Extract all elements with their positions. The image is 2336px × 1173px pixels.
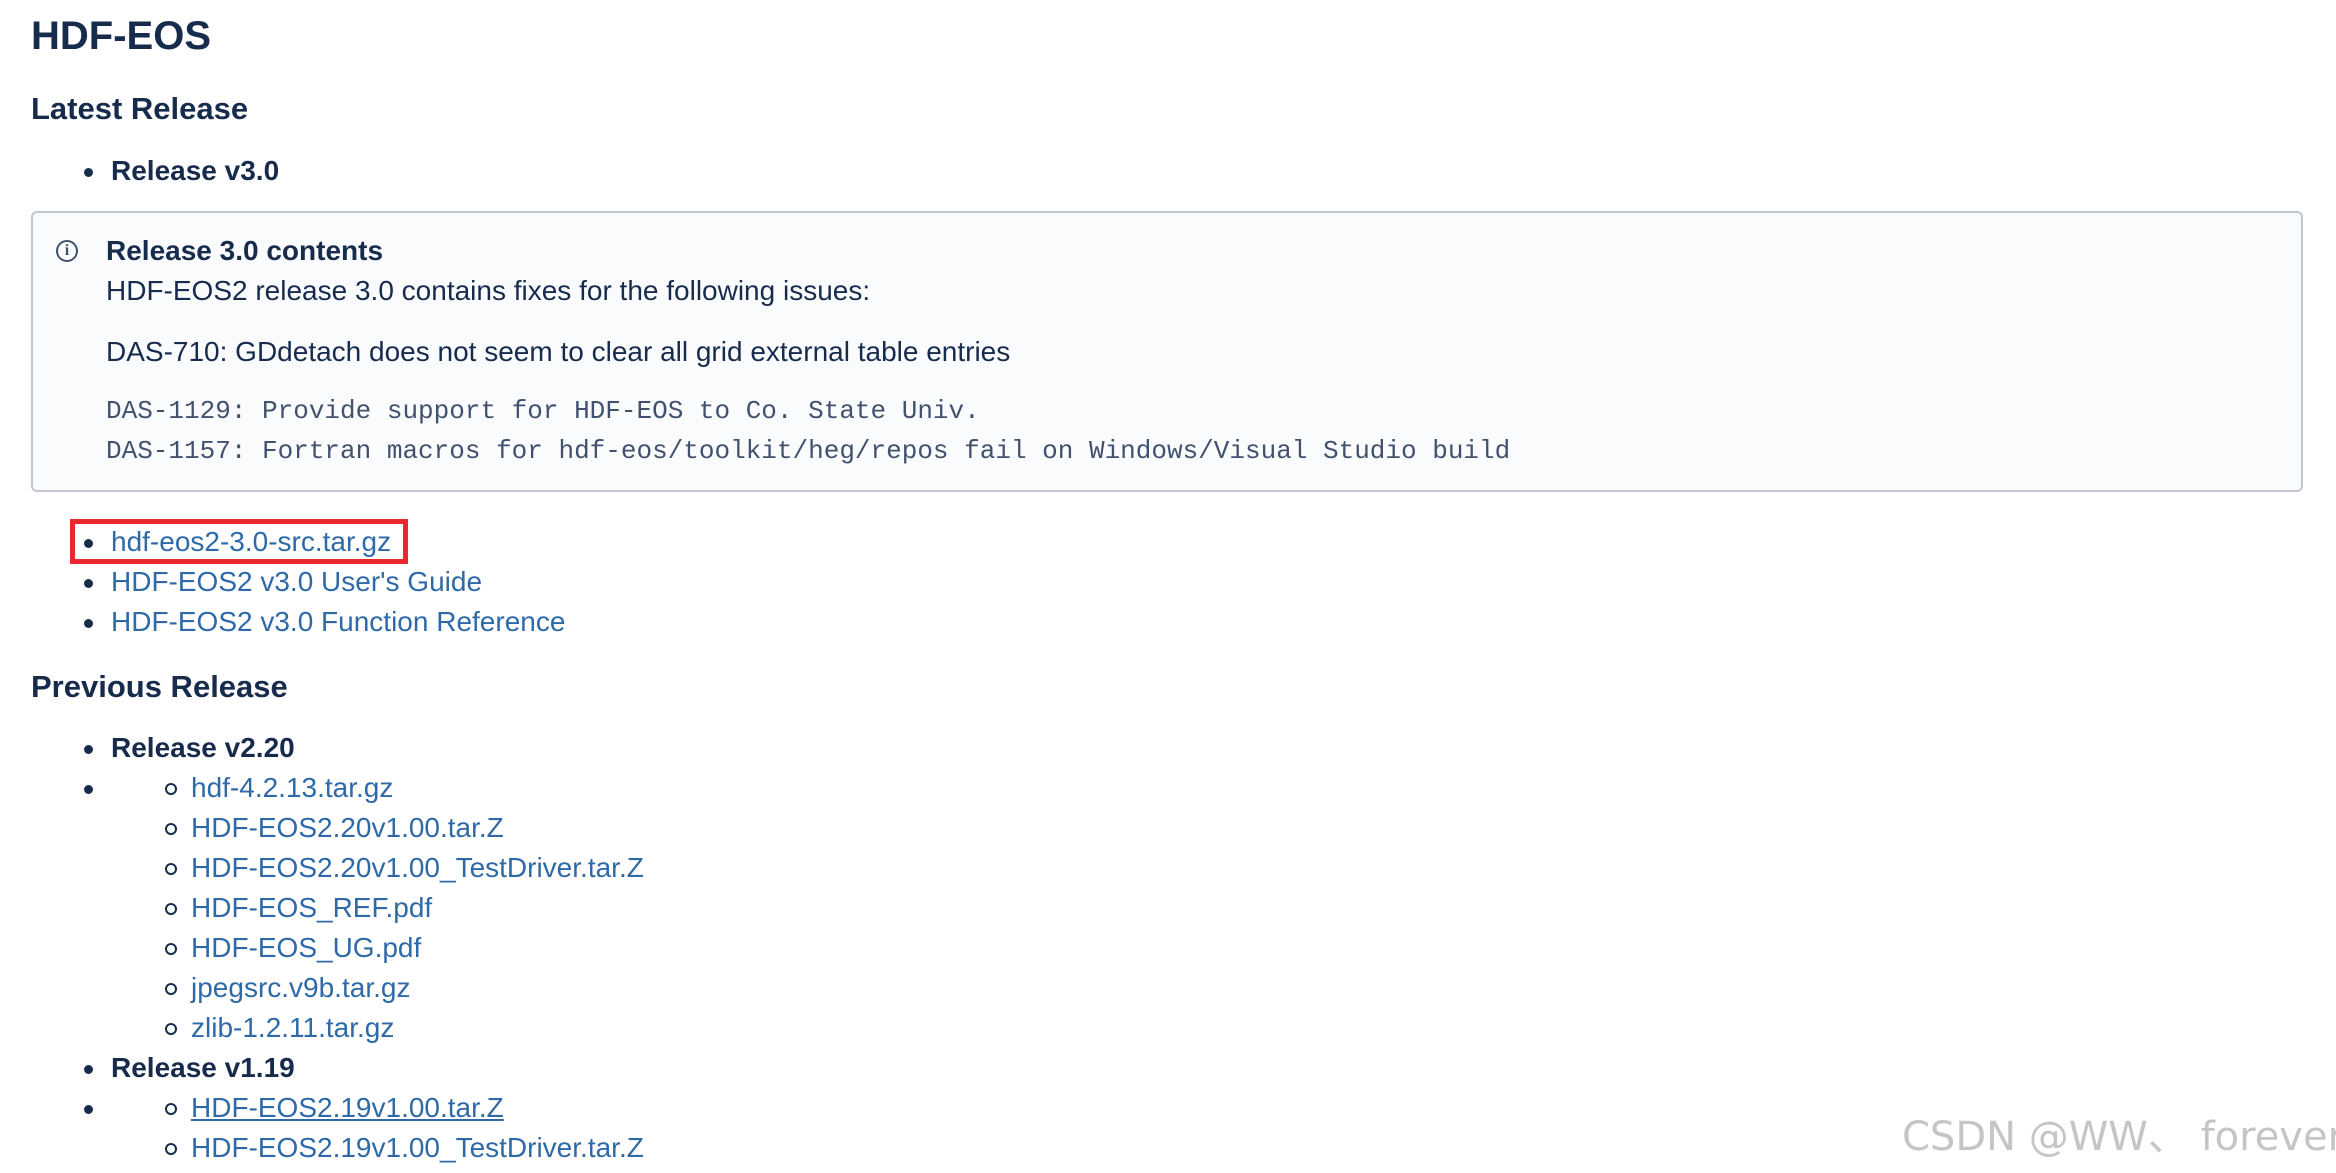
- file-link[interactable]: HDF-EOS2.20v1.00.tar.Z: [191, 812, 504, 843]
- file-link[interactable]: HDF-EOS2.19v1.00_TestDriver.tar.Z: [191, 1132, 644, 1163]
- previous-release-list: Release v2.20 hdf-4.2.13.tar.gz HDF-EOS2…: [31, 728, 644, 1168]
- sub-list-container: HDF-EOS2.19v1.00.tar.Z HDF-EOS2.19v1.00_…: [31, 1088, 644, 1168]
- list-item: Release v1.19: [31, 1048, 644, 1088]
- file-link[interactable]: zlib-1.2.11.tar.gz: [191, 1012, 394, 1043]
- release-label: Release v1.19: [111, 1052, 295, 1083]
- previous-release-heading: Previous Release: [31, 669, 288, 704]
- list-item: HDF-EOS2.19v1.00_TestDriver.tar.Z: [31, 1128, 644, 1168]
- latest-release-heading: Latest Release: [31, 91, 249, 126]
- list-item: HDF-EOS_REF.pdf: [31, 888, 644, 928]
- info-icon: i: [56, 240, 78, 262]
- sub-list-container: hdf-4.2.13.tar.gz HDF-EOS2.20v1.00.tar.Z…: [31, 768, 644, 1048]
- list-item: Release v2.20: [31, 728, 644, 768]
- annotation-highlight-box: [70, 519, 408, 564]
- list-item: HDF-EOS2.20v1.00.tar.Z: [31, 808, 644, 848]
- info-panel-text: DAS-710: GDdetach does not seem to clear…: [106, 336, 1011, 367]
- function-reference-link[interactable]: HDF-EOS2 v3.0 Function Reference: [111, 606, 565, 637]
- watermark: CSDN @WW、 forever: [1902, 1114, 2336, 1160]
- list-item: Release v3.0: [31, 151, 279, 191]
- release-info-panel: i Release 3.0 contents HDF-EOS2 release …: [31, 211, 2303, 492]
- list-item: HDF-EOS2.19v1.00.tar.Z: [31, 1088, 644, 1128]
- list-item: HDF-EOS2 v3.0 User's Guide: [31, 562, 565, 602]
- list-item: HDF-EOS_UG.pdf: [31, 928, 644, 968]
- info-panel-title: Release 3.0 contents: [106, 235, 384, 266]
- info-panel-code: DAS-1157: Fortran macros for hdf-eos/too…: [106, 436, 1511, 466]
- list-item: HDF-EOS2.20v1.00_TestDriver.tar.Z: [31, 848, 644, 888]
- file-link[interactable]: HDF-EOS_UG.pdf: [191, 932, 421, 963]
- file-link[interactable]: HDF-EOS_REF.pdf: [191, 892, 432, 923]
- file-link[interactable]: hdf-4.2.13.tar.gz: [191, 772, 393, 803]
- info-panel-text: HDF-EOS2 release 3.0 contains fixes for …: [106, 275, 871, 306]
- file-link[interactable]: HDF-EOS2.20v1.00_TestDriver.tar.Z: [191, 852, 644, 883]
- list-item: zlib-1.2.11.tar.gz: [31, 1008, 644, 1048]
- file-link[interactable]: jpegsrc.v9b.tar.gz: [191, 972, 410, 1003]
- file-link[interactable]: HDF-EOS2.19v1.00.tar.Z: [191, 1092, 504, 1123]
- release-label: Release v2.20: [111, 732, 295, 763]
- list-item: hdf-4.2.13.tar.gz: [31, 768, 644, 808]
- release-file-list: HDF-EOS2.19v1.00.tar.Z HDF-EOS2.19v1.00_…: [31, 1088, 644, 1168]
- users-guide-link[interactable]: HDF-EOS2 v3.0 User's Guide: [111, 566, 482, 597]
- info-panel-code: DAS-1129: Provide support for HDF-EOS to…: [106, 396, 980, 426]
- page-title: HDF-EOS: [31, 14, 211, 58]
- release-label: Release v3.0: [111, 155, 280, 186]
- list-item: HDF-EOS2 v3.0 Function Reference: [31, 602, 565, 642]
- list-item: jpegsrc.v9b.tar.gz: [31, 968, 644, 1008]
- release-file-list: hdf-4.2.13.tar.gz HDF-EOS2.20v1.00.tar.Z…: [31, 768, 644, 1048]
- latest-release-list: Release v3.0: [31, 151, 279, 191]
